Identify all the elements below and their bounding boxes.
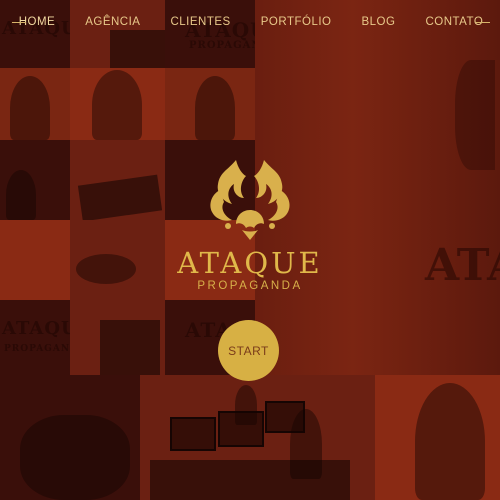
bg-tile (140, 375, 375, 500)
nav-divider-right (476, 22, 490, 23)
start-button[interactable]: START (218, 320, 279, 381)
bg-tile (165, 68, 255, 140)
bg-shape (6, 170, 36, 220)
bg-bottom-strip (0, 375, 500, 500)
wall-logo-text: ATAQUE (425, 240, 500, 291)
brand-name: ATAQUE (177, 246, 323, 280)
nav-divider-left (12, 22, 26, 23)
bg-tile (0, 375, 140, 500)
nav-item-contato[interactable]: CONTATO (425, 16, 483, 28)
ghost-logo-sub: PROPAGANDA (4, 344, 70, 354)
bg-shape (415, 383, 485, 500)
bg-shape (100, 320, 160, 375)
bg-shape (235, 385, 257, 425)
nav-menu: HOME AGÊNCIA CLIENTES PORTFÓLIO BLOG CON… (3, 16, 498, 28)
bg-tile (70, 300, 165, 375)
bg-shape (76, 254, 136, 284)
bg-shape (150, 460, 350, 500)
bg-shape (77, 174, 163, 220)
top-navigation: HOME AGÊNCIA CLIENTES PORTFÓLIO BLOG CON… (0, 0, 500, 44)
nav-item-agencia[interactable]: AGÊNCIA (85, 16, 140, 28)
bg-shape (92, 70, 142, 140)
bg-shape (20, 415, 130, 500)
nav-item-blog[interactable]: BLOG (361, 16, 395, 28)
bg-tile (0, 220, 70, 300)
wall-logo-shape (455, 60, 495, 170)
bg-tile (70, 220, 165, 300)
ghost-logo-text: ATAQUE (2, 318, 70, 339)
lion-flame-icon (210, 160, 290, 240)
bg-tile (70, 140, 165, 220)
bg-tile (0, 140, 70, 220)
brand-block: ATAQUE PROPAGANDA (160, 150, 340, 292)
brand-subtitle: PROPAGANDA (197, 280, 303, 292)
bg-shape (10, 76, 50, 140)
bg-shape (195, 76, 235, 140)
bg-tile (70, 68, 165, 140)
nav-item-portfolio[interactable]: PORTFÓLIO (261, 16, 332, 28)
bg-shape (170, 417, 216, 451)
nav-item-clientes[interactable]: CLIENTES (170, 16, 230, 28)
bg-tile: ATAQUE PROPAGANDA (0, 300, 70, 375)
bg-tile (0, 68, 70, 140)
bg-tile (375, 375, 500, 500)
